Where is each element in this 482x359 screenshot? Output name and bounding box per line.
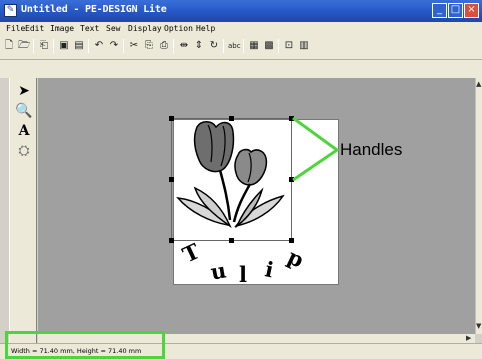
status-highlight-box — [5, 331, 165, 359]
selection-handle[interactable] — [229, 238, 234, 243]
tulip-letter-l: l — [239, 262, 247, 287]
tulip-letter-i: i — [263, 256, 276, 282]
tulip-image[interactable] — [176, 121, 285, 229]
design-artwork: T u l i p — [169, 116, 340, 287]
selection-handle[interactable] — [289, 238, 294, 243]
selection-handle[interactable] — [229, 116, 234, 121]
selection-handle[interactable] — [169, 238, 174, 243]
tulip-letter-t: T — [179, 238, 204, 267]
selection-handle[interactable] — [169, 116, 174, 121]
tulip-letter-p: p — [284, 244, 308, 273]
tulip-letter-u: u — [209, 257, 228, 284]
handles-annotation-label: Handles — [340, 140, 403, 159]
selection-handle[interactable] — [169, 177, 174, 182]
handles-callout-lines — [292, 116, 340, 182]
tulip-text[interactable]: T u l i p — [179, 238, 308, 287]
app-window: ✎ Untitled - PE-DESIGN Lite _ □ × File E… — [0, 0, 482, 359]
